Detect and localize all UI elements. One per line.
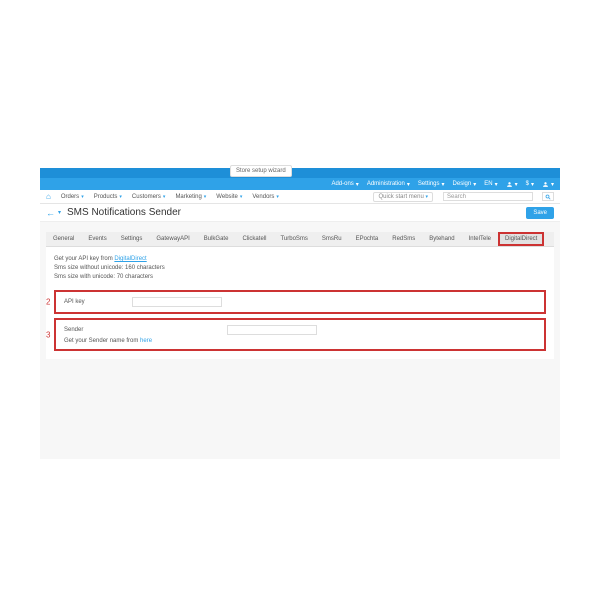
- menu-vendors[interactable]: Vendors▾: [252, 194, 279, 200]
- tab-clickatell[interactable]: Clickatell: [235, 232, 273, 246]
- tab-gatewayapi[interactable]: GatewayAPI: [149, 232, 196, 246]
- menu-orders[interactable]: Orders▾: [61, 194, 84, 200]
- menu-website[interactable]: Website▾: [216, 194, 242, 200]
- info-text: Get your API key from DigitalDirect Sms …: [54, 255, 546, 282]
- api-key-row: 2 API key: [54, 290, 546, 314]
- tab-redsms[interactable]: RedSms: [385, 232, 422, 246]
- back-caret-icon: ▾: [58, 209, 61, 216]
- nav-addons[interactable]: Add-ons▾: [331, 181, 358, 188]
- tab-events[interactable]: Events: [81, 232, 113, 246]
- search-icon[interactable]: [542, 192, 554, 201]
- sender-here-link[interactable]: here: [140, 338, 152, 344]
- back-button[interactable]: ←: [46, 208, 55, 218]
- content-body: General Events Settings GatewayAPI BulkG…: [40, 222, 560, 459]
- search-input[interactable]: Search: [443, 192, 533, 201]
- sender-input[interactable]: [227, 325, 317, 335]
- title-bar: ← ▾ SMS Notifications Sender Save: [40, 204, 560, 222]
- store-setup-wizard-button[interactable]: Store setup wizard: [230, 165, 292, 177]
- annotation-2: 2: [46, 298, 50, 307]
- nav-administration[interactable]: Administration▾: [367, 181, 410, 188]
- account-icon[interactable]: ▾: [542, 181, 554, 188]
- sender-label: Sender: [64, 327, 112, 333]
- menu-marketing[interactable]: Marketing▾: [175, 194, 206, 200]
- main-menubar: ⌂ Orders▾ Products▾ Customers▾ Marketing…: [40, 190, 560, 204]
- tab-panel: Get your API key from DigitalDirect Sms …: [46, 247, 554, 359]
- nav-design[interactable]: Design▾: [453, 181, 477, 188]
- api-key-label: API key: [64, 299, 112, 305]
- tab-epochta[interactable]: EPochta: [349, 232, 386, 246]
- save-button[interactable]: Save: [526, 207, 554, 219]
- page-title: SMS Notifications Sender: [67, 207, 181, 218]
- annotation-3: 3: [46, 330, 50, 339]
- menu-customers[interactable]: Customers▾: [132, 194, 166, 200]
- tab-bulkgate[interactable]: BulkGate: [197, 232, 236, 246]
- digitaldirect-link[interactable]: DigitalDirect: [114, 256, 146, 262]
- tab-inteltele[interactable]: IntelTele: [462, 232, 498, 246]
- user-icon[interactable]: ▾: [506, 181, 518, 188]
- tab-general[interactable]: General: [46, 232, 81, 246]
- tabs-bar: General Events Settings GatewayAPI BulkG…: [46, 232, 554, 247]
- tab-digitaldirect[interactable]: DigitalDirect: [498, 232, 544, 246]
- tab-settings[interactable]: Settings: [114, 232, 150, 246]
- quick-start-menu[interactable]: Quick start menu ▾: [373, 192, 433, 202]
- nav-currency[interactable]: $▾: [526, 181, 534, 188]
- api-key-input[interactable]: [132, 297, 222, 307]
- tab-smsru[interactable]: SmsRu: [315, 232, 349, 246]
- sender-row: 3 Sender Get your Sender name from here: [54, 318, 546, 351]
- tab-turbosms[interactable]: TurboSms: [273, 232, 314, 246]
- home-icon[interactable]: ⌂: [46, 192, 51, 201]
- nav-settings[interactable]: Settings▾: [418, 181, 445, 188]
- menu-products[interactable]: Products▾: [94, 194, 122, 200]
- nav-language[interactable]: EN▾: [484, 181, 497, 188]
- setup-bar: Store setup wizard: [40, 168, 560, 178]
- tab-bytehand[interactable]: Bytehand: [422, 232, 461, 246]
- top-navbar: Add-ons▾ Administration▾ Settings▾ Desig…: [40, 178, 560, 190]
